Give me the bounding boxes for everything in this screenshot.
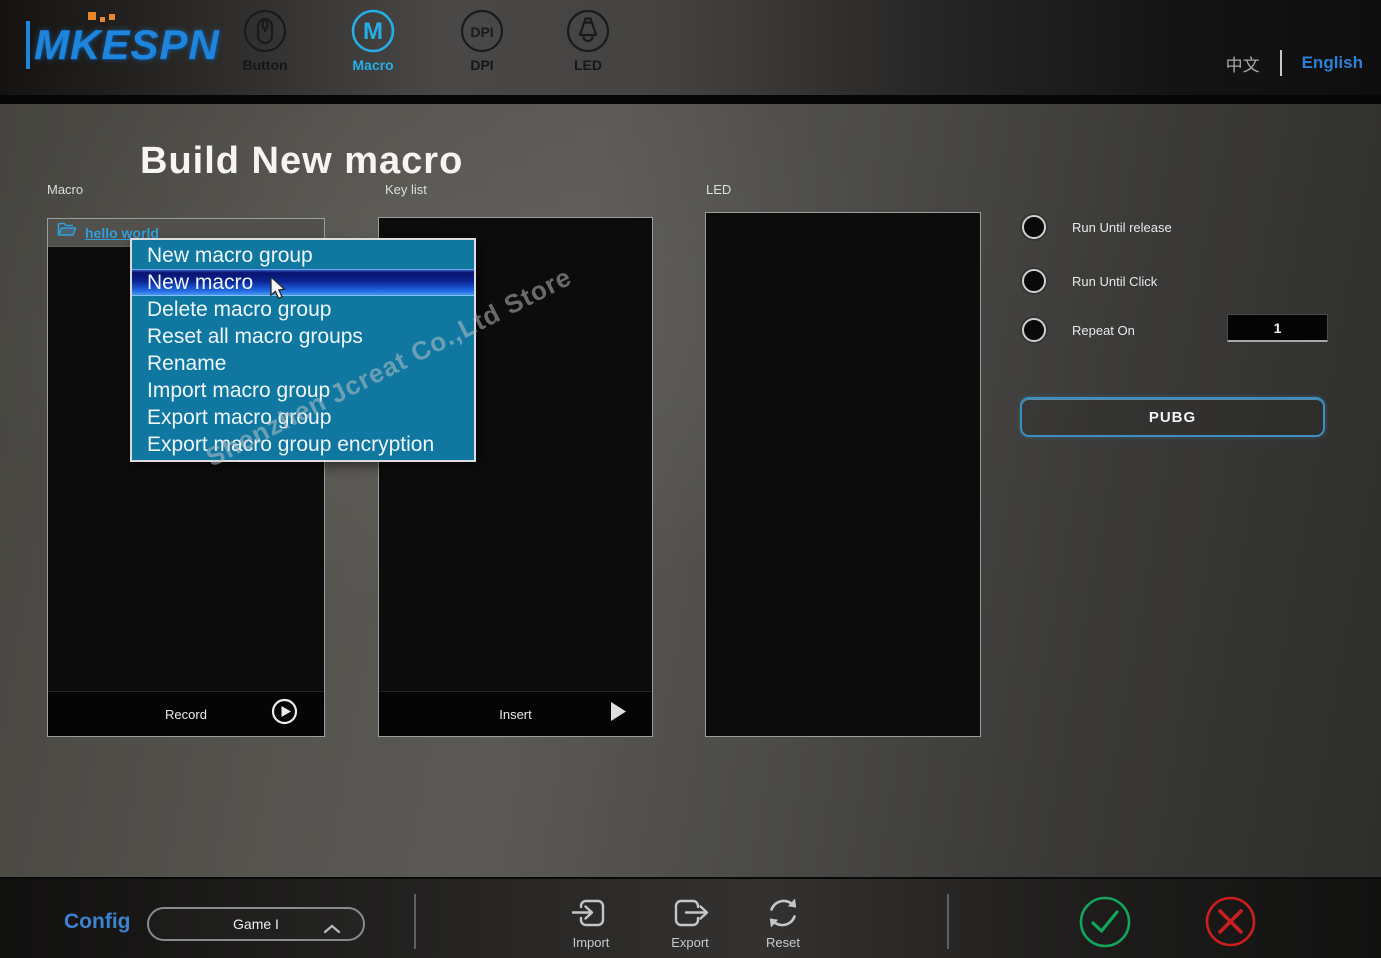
brand-logo: MKESPN: [26, 16, 216, 74]
led-panel-label: LED: [706, 182, 731, 197]
macro-m-icon: M: [335, 8, 411, 54]
main-area: Build New macro Macro Key list LED hello…: [0, 104, 1381, 877]
insert-button-label: Insert: [499, 707, 532, 722]
svg-text:M: M: [363, 18, 383, 45]
menu-item-export-macro-group[interactable]: Export macro group: [132, 404, 474, 431]
repeat-count-input[interactable]: [1227, 314, 1328, 342]
led-panel: [705, 212, 981, 737]
menu-item-rename[interactable]: Rename: [132, 350, 474, 377]
play-circle-icon: [271, 698, 298, 730]
led-lamp-icon: [550, 8, 626, 54]
folder-icon: [57, 222, 77, 243]
tab-dpi-label: DPI: [444, 57, 520, 73]
key-list-panel-label: Key list: [385, 182, 427, 197]
import-button[interactable]: Import: [553, 893, 629, 950]
tab-macro[interactable]: M Macro: [335, 8, 411, 73]
config-label: Config: [64, 910, 130, 934]
import-label: Import: [553, 935, 629, 950]
menu-item-import-macro-group[interactable]: Import macro group: [132, 377, 474, 404]
run-until-release-label: Run Until release: [1072, 220, 1172, 235]
profile-pubg-button[interactable]: PUBG: [1020, 397, 1325, 437]
tab-button[interactable]: Button: [227, 8, 303, 73]
tab-led-label: LED: [550, 57, 626, 73]
option-run-until-release: Run Until release: [1022, 215, 1172, 239]
option-run-until-click: Run Until Click: [1022, 269, 1157, 293]
reset-label: Reset: [745, 935, 821, 950]
logo-pixel-dots-icon: [88, 12, 115, 22]
play-triangle-icon: [611, 702, 626, 726]
repeat-on-radio[interactable]: [1022, 318, 1046, 342]
run-until-release-radio[interactable]: [1022, 215, 1046, 239]
header-separator: [0, 95, 1381, 104]
menu-item-reset-all-macro-groups[interactable]: Reset all macro groups: [132, 323, 474, 350]
run-until-click-radio[interactable]: [1022, 269, 1046, 293]
profile-select[interactable]: Game I: [147, 907, 365, 941]
header-bar: MKESPN Button M Macro: [0, 0, 1381, 95]
macro-context-menu: New macro group New macro Delete macro g…: [130, 238, 476, 462]
page-title: Build New macro: [140, 140, 463, 183]
option-repeat-on: Repeat On: [1022, 318, 1135, 342]
chevron-up-icon: [323, 921, 341, 939]
svg-text:DPI: DPI: [470, 24, 493, 40]
insert-button[interactable]: Insert: [379, 691, 652, 736]
reset-icon: [745, 893, 821, 933]
check-circle-icon: [1077, 937, 1133, 954]
cancel-button[interactable]: [1203, 894, 1258, 954]
repeat-on-label: Repeat On: [1072, 323, 1135, 338]
tab-macro-label: Macro: [335, 57, 411, 73]
tab-button-label: Button: [227, 57, 303, 73]
mouse-icon: [227, 8, 303, 54]
x-circle-icon: [1203, 936, 1258, 953]
tab-dpi[interactable]: DPI DPI: [444, 8, 520, 73]
confirm-button[interactable]: [1077, 894, 1133, 955]
tab-led[interactable]: LED: [550, 8, 626, 73]
dpi-icon: DPI: [444, 8, 520, 54]
export-label: Export: [652, 935, 728, 950]
language-switcher: 中文 English: [1226, 50, 1363, 76]
brand-logo-text: MKESPN: [26, 21, 220, 69]
language-chinese[interactable]: 中文: [1226, 51, 1260, 76]
record-button[interactable]: Record: [48, 691, 324, 736]
language-english[interactable]: English: [1302, 53, 1363, 73]
reset-button[interactable]: Reset: [745, 893, 821, 950]
macro-panel-label: Macro: [47, 182, 83, 197]
menu-item-delete-macro-group[interactable]: Delete macro group: [132, 296, 474, 323]
menu-item-new-macro[interactable]: New macro: [132, 269, 474, 296]
menu-item-export-macro-group-encryption[interactable]: Export macro group encryption: [132, 431, 474, 458]
footer-bar: Config Game I Import: [0, 877, 1381, 958]
profile-select-value: Game I: [233, 916, 279, 932]
app-window: MKESPN Button M Macro: [0, 0, 1381, 958]
led-display-area: [706, 213, 980, 736]
record-button-label: Record: [165, 707, 207, 722]
import-icon: [553, 893, 629, 933]
language-divider: [1280, 50, 1282, 76]
menu-item-new-macro-group[interactable]: New macro group: [132, 242, 474, 269]
footer-divider-right: [947, 894, 949, 949]
footer-divider-left: [414, 894, 416, 949]
run-until-click-label: Run Until Click: [1072, 274, 1157, 289]
export-button[interactable]: Export: [652, 893, 728, 950]
export-icon: [652, 893, 728, 933]
